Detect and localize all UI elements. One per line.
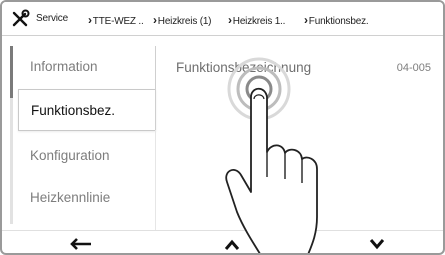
breadcrumb-separator-icon: › bbox=[228, 13, 232, 27]
breadcrumb-separator-icon: › bbox=[304, 13, 308, 27]
menu-divider bbox=[155, 130, 156, 230]
scrollbar-thumb[interactable] bbox=[10, 46, 13, 98]
menu-item-information[interactable]: Information bbox=[18, 46, 156, 88]
chevron-down-icon[interactable] bbox=[362, 234, 392, 254]
breadcrumb-item-heizkreis-1[interactable]: ›Heizkreis 1.. bbox=[228, 13, 285, 27]
back-arrow-icon[interactable] bbox=[66, 234, 96, 254]
menu-item-label: Funktionsbez. bbox=[31, 103, 116, 118]
menu-item-label: Konfiguration bbox=[30, 148, 110, 163]
menu-item-heizkennlinie[interactable]: Heizkennlinie bbox=[18, 177, 156, 219]
menu-item-funktionsbez[interactable]: Funktionsbez. bbox=[18, 89, 156, 131]
tools-icon[interactable] bbox=[10, 9, 30, 29]
breadcrumb-item-current: ›Funktionsbez. bbox=[304, 13, 369, 27]
menu-item-label: Heizkennlinie bbox=[30, 190, 111, 205]
breadcrumb-separator-icon: › bbox=[153, 13, 157, 27]
menu-divider bbox=[155, 46, 156, 130]
breadcrumb-item-service[interactable]: Service bbox=[36, 13, 68, 24]
tap-gesture-icon bbox=[225, 57, 318, 253]
menu-item-konfiguration[interactable]: Konfiguration bbox=[18, 135, 156, 177]
menu-item-label: Information bbox=[30, 59, 98, 74]
breadcrumb-separator-icon: › bbox=[88, 13, 92, 27]
breadcrumb-item-device[interactable]: ›TTE-WEZ .. bbox=[88, 13, 144, 27]
device-screen: Service ›TTE-WEZ .. ›Heizkreis (1) ›Heiz… bbox=[0, 0, 445, 255]
breadcrumb-item-heizkreis[interactable]: ›Heizkreis (1) bbox=[153, 13, 212, 27]
parameter-code: 04-005 bbox=[396, 62, 431, 74]
breadcrumb-bar: Service ›TTE-WEZ .. ›Heizkreis (1) ›Heiz… bbox=[2, 2, 443, 36]
